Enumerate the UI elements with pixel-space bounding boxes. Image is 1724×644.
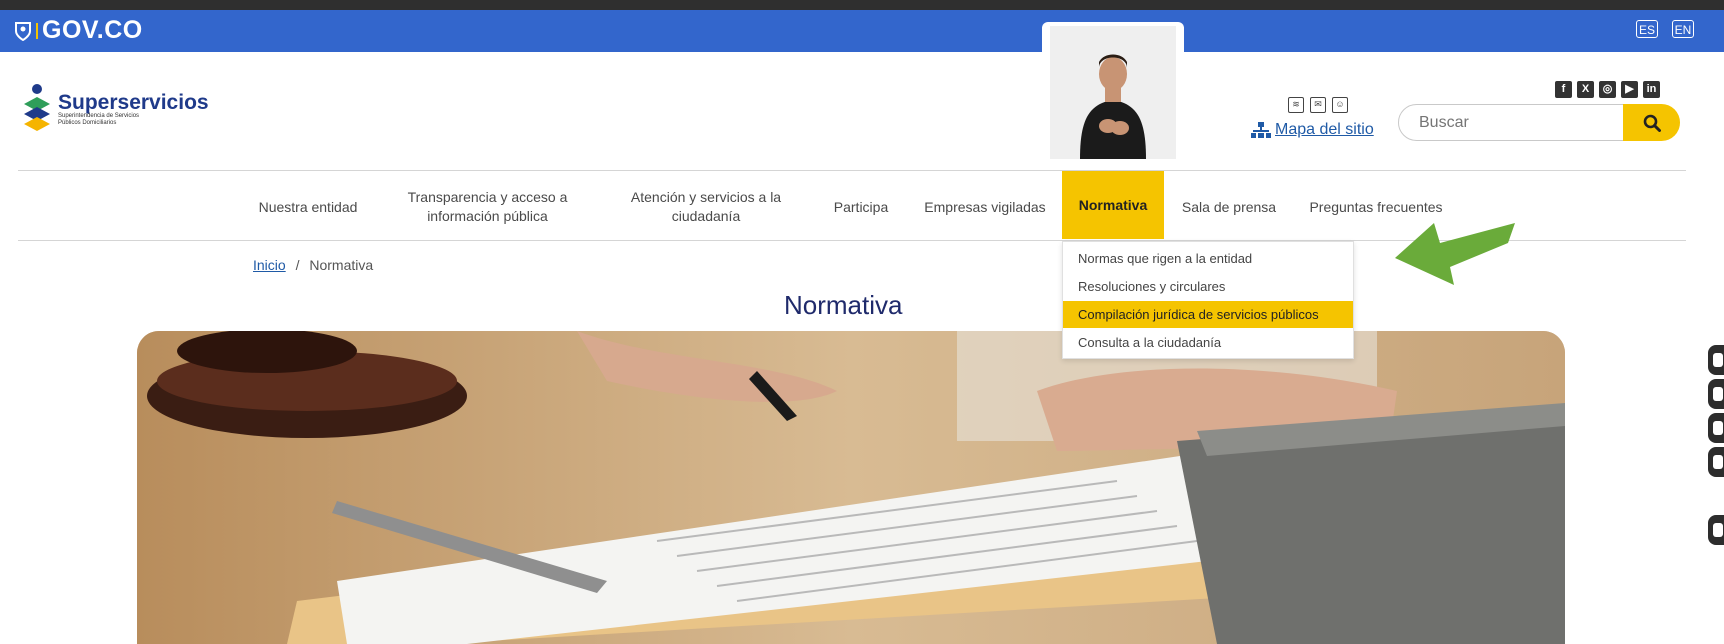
superservicios-logo[interactable]: Superservicios Superintendencia de Servi… xyxy=(22,84,209,136)
social-icons: f X ◎ ▶ in xyxy=(1555,81,1660,98)
side-chat-button[interactable] xyxy=(1708,515,1724,545)
nav-nuestra-entidad[interactable]: Nuestra entidad xyxy=(252,198,364,217)
side-relevance-button[interactable] xyxy=(1708,447,1724,477)
brand-subtitle-line1: Superintendencia de Servicios xyxy=(58,113,140,119)
coat-of-arms-icon xyxy=(15,21,31,41)
side-text-decrease-button[interactable] xyxy=(1708,413,1724,443)
breadcrumb-current: Normativa xyxy=(309,257,374,273)
gov-logo-separator xyxy=(36,22,38,39)
linkedin-icon[interactable]: in xyxy=(1643,81,1660,98)
brand-subtitle-line2: Públicos Domiciliarios xyxy=(58,120,117,126)
dropdown-item-normas[interactable]: Normas que rigen a la entidad xyxy=(1063,245,1353,272)
nav-normativa[interactable]: Normativa xyxy=(1062,171,1164,239)
nav-sala-de-prensa[interactable]: Sala de prensa xyxy=(1176,198,1282,217)
search-box xyxy=(1398,104,1680,141)
nav-empresas-vigiladas[interactable]: Empresas vigiladas xyxy=(920,198,1050,217)
hero-image xyxy=(137,331,1565,644)
sitemap-icon xyxy=(1251,122,1271,138)
rss-icon[interactable]: ≋ xyxy=(1288,97,1304,113)
brand-name: Superservicios xyxy=(58,91,209,114)
nav-atencion-servicios[interactable]: Atención y servicios a la ciudadanía xyxy=(625,188,787,226)
gov-logo[interactable]: GOV.CO xyxy=(14,16,143,45)
normativa-dropdown-menu: Normas que rigen a la entidad Resolucion… xyxy=(1062,241,1354,359)
green-arrow-annotation-icon xyxy=(1395,223,1515,285)
lang-en-button[interactable]: EN xyxy=(1672,20,1694,38)
dropdown-item-resoluciones[interactable]: Resoluciones y circulares xyxy=(1063,273,1353,300)
breadcrumb-separator: / xyxy=(295,257,300,273)
mail-icon[interactable]: ✉ xyxy=(1310,97,1326,113)
superservicios-emblem-icon xyxy=(24,84,50,131)
nav-divider-top xyxy=(18,170,1686,171)
gov-bar xyxy=(0,10,1724,52)
lang-es-button[interactable]: ES xyxy=(1636,20,1658,38)
search-icon xyxy=(1643,114,1661,132)
search-input[interactable] xyxy=(1398,104,1658,141)
dropdown-item-consulta[interactable]: Consulta a la ciudadanía xyxy=(1063,329,1353,356)
x-icon[interactable]: X xyxy=(1577,81,1594,98)
utility-icons: ≋ ✉ ☺ xyxy=(1288,97,1348,113)
breadcrumb: Inicio / Normativa xyxy=(253,257,373,273)
sitemap-link[interactable]: Mapa del sitio xyxy=(1251,121,1374,139)
breadcrumb-home-link[interactable]: Inicio xyxy=(253,257,286,273)
sitemap-label: Mapa del sitio xyxy=(1275,121,1374,138)
dropdown-item-compilacion[interactable]: Compilación jurídica de servicios públic… xyxy=(1063,301,1353,328)
search-button[interactable] xyxy=(1623,104,1680,141)
page-title: Normativa xyxy=(784,290,903,320)
accessibility-icon[interactable]: ☺ xyxy=(1332,97,1348,113)
facebook-icon[interactable]: f xyxy=(1555,81,1572,98)
side-text-increase-button[interactable] xyxy=(1708,379,1724,409)
sign-language-interpreter-image[interactable] xyxy=(1050,26,1176,159)
youtube-icon[interactable]: ▶ xyxy=(1621,81,1638,98)
nav-transparencia[interactable]: Transparencia y acceso a información púb… xyxy=(400,188,575,226)
top-dark-strip xyxy=(0,0,1724,10)
gov-logo-text: GOV.CO xyxy=(42,16,143,44)
nav-participa[interactable]: Participa xyxy=(828,198,894,217)
side-contrast-button[interactable] xyxy=(1708,345,1724,375)
instagram-icon[interactable]: ◎ xyxy=(1599,81,1616,98)
